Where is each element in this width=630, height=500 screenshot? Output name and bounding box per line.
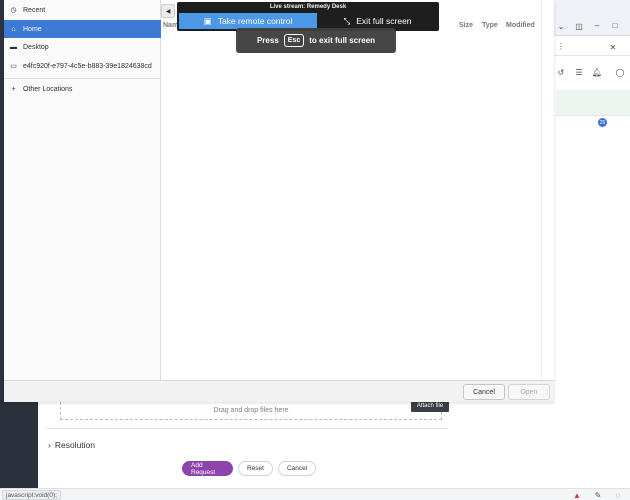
drop-zone-text: Drag and drop files here <box>213 407 289 414</box>
app-sidebar-dark <box>0 400 38 490</box>
sidebar-item-other-locations[interactable]: + Other Locations <box>4 80 161 98</box>
column-header-type[interactable]: Type <box>482 22 498 29</box>
sidebar-item-label: Other Locations <box>23 85 73 93</box>
file-chooser-dialog: ◷ Recent ⌂ Home ▬ Desktop ▭ e4fc920f-e79… <box>4 0 554 402</box>
places-sidebar: ◷ Recent ⌂ Home ▬ Desktop ▭ e4fc920f-e79… <box>4 0 161 380</box>
user-icon[interactable]: ◯ <box>615 67 625 77</box>
warning-icon[interactable]: ▲ <box>572 490 582 500</box>
maximize-icon[interactable]: □ <box>610 20 620 30</box>
sidebar-item-label: Home <box>23 25 42 33</box>
divider <box>4 78 161 79</box>
resolution-toggle[interactable]: › Resolution <box>48 440 95 450</box>
status-bar: javascript:void(0); ▲ ✎ ◌ <box>0 488 630 500</box>
esc-key: Esc <box>283 34 305 47</box>
drop-zone[interactable]: Drag and drop files here <box>60 402 442 420</box>
split-view-icon[interactable]: ◫ <box>574 21 584 31</box>
sidebar-item-label: e4fc920f-e797-4c5e-b883-39e1824638cd <box>23 62 152 70</box>
take-remote-control-button[interactable]: ▣ Take remote control <box>179 13 317 29</box>
form-buttons: Add Request Reset Cancel <box>182 461 317 476</box>
chevron-right-icon: › <box>48 440 51 450</box>
sidebar-item-label: Desktop <box>23 43 49 51</box>
plus-icon: + <box>11 85 16 93</box>
clock-icon: ◷ <box>10 7 17 14</box>
live-stream-bar: Live stream: Remedy Desk ▣ Take remote c… <box>177 2 439 31</box>
sidebar-item-recent[interactable]: ◷ Recent <box>4 1 161 19</box>
reset-button[interactable]: Reset <box>238 461 273 476</box>
open-button[interactable]: Open <box>508 384 550 400</box>
notification-badge: 25 <box>598 118 607 127</box>
more-menu-icon[interactable]: ⋮ <box>556 41 566 51</box>
remote-control-icon: ▣ <box>203 15 212 26</box>
lightbulb-icon[interactable]: ◌ <box>613 490 623 500</box>
path-back-icon[interactable]: ◀ <box>161 4 175 18</box>
minimize-icon[interactable]: – <box>592 20 602 30</box>
resolution-label: Resolution <box>54 440 96 450</box>
status-url: javascript:void(0); <box>2 490 61 500</box>
column-header-modified[interactable]: Modified <box>506 22 535 29</box>
sidebar-item-drive[interactable]: ▭ e4fc920f-e797-4c5e-b883-39e1824638cd <box>4 57 161 75</box>
sidebar-item-home[interactable]: ⌂ Home <box>4 20 161 38</box>
column-header-size[interactable]: Size <box>459 22 473 29</box>
add-request-button[interactable]: Add Request <box>182 461 233 476</box>
sidebar-item-label: Recent <box>23 6 46 14</box>
column-header-name[interactable]: Nam <box>163 22 178 29</box>
cancel-button[interactable]: Cancel <box>277 461 317 476</box>
dialog-footer: Cancel Open <box>4 380 554 402</box>
collapse-icon: ⤡ <box>343 15 351 26</box>
scrollbar[interactable] <box>541 0 554 380</box>
bell-icon[interactable]: 🔔︎ <box>592 67 602 77</box>
divider <box>46 428 448 429</box>
chevron-down-icon[interactable]: ⌄ <box>556 21 566 31</box>
sidebar-item-desktop[interactable]: ▬ Desktop <box>4 38 161 56</box>
close-icon[interactable]: ✕ <box>608 42 618 52</box>
esc-fullscreen-banner: Press Esc to exit full screen <box>236 28 396 53</box>
cancel-button[interactable]: Cancel <box>463 384 505 400</box>
exit-full-screen-label: Exit full screen <box>356 16 412 26</box>
browser-tabbar: ⌄ ◫ – □ <box>552 0 630 36</box>
request-form: Drag and drop files here Attach file › R… <box>38 400 455 490</box>
exit-full-screen-button[interactable]: ⤡ Exit full screen <box>317 13 438 29</box>
esc-banner-press: Press <box>256 36 279 45</box>
drive-icon: ▭ <box>10 63 17 70</box>
home-icon: ⌂ <box>11 25 16 33</box>
edit-list-icon[interactable]: ☰ <box>574 67 584 77</box>
live-stream-title: Live stream: Remedy Desk <box>269 4 347 10</box>
take-remote-control-label: Take remote control <box>217 16 293 26</box>
edit-icon[interactable]: ✎ <box>593 490 603 500</box>
esc-banner-suffix: to exit full screen <box>309 36 376 45</box>
browser-right-panel: ⌄ ◫ – □ ⋮ ✕ ↺ ☰ 🔔︎ 25 ◯ <box>552 0 630 500</box>
app-toolbar: ↺ ☰ 🔔︎ 25 ◯ <box>552 56 630 127</box>
folder-icon: ▬ <box>10 43 17 51</box>
app-header-band <box>556 90 630 116</box>
history-icon[interactable]: ↺ <box>556 67 566 77</box>
file-list[interactable]: Nam Size Type Modified <box>162 0 541 380</box>
